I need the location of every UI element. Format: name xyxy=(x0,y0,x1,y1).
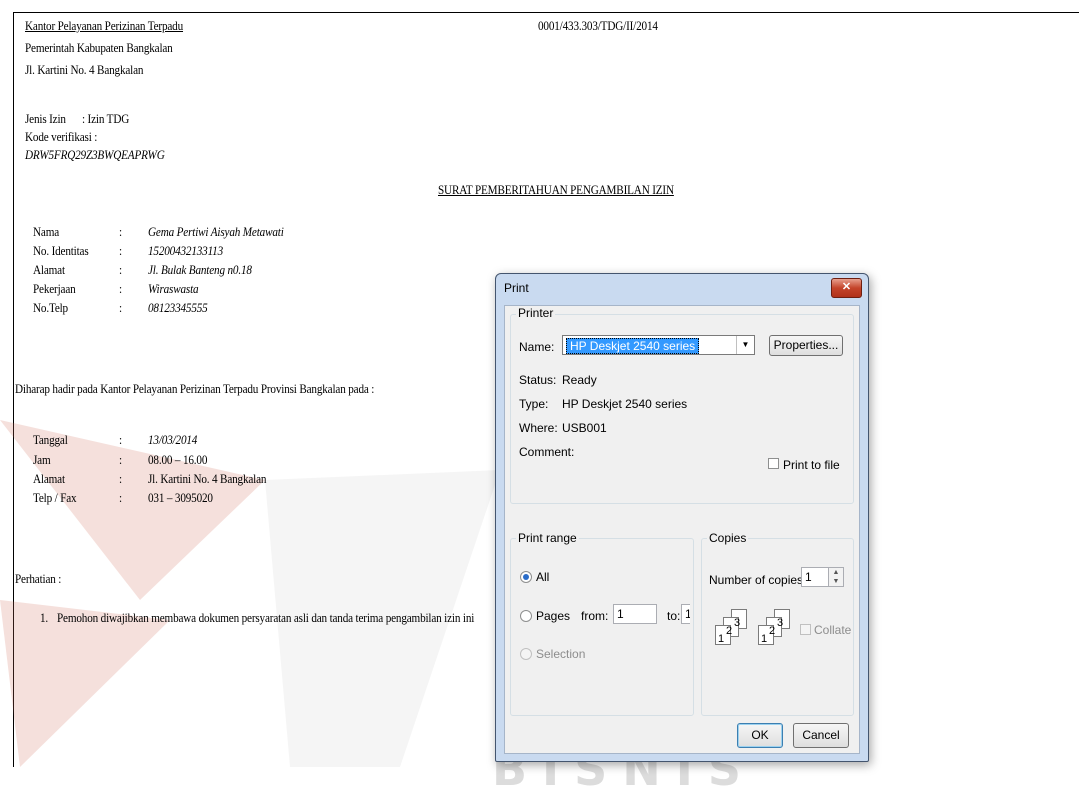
applicant-name-value: Gema Pertiwi Aisyah Metawati xyxy=(148,224,284,239)
office-address: Jl. Kartini No. 4 Bangkalan xyxy=(25,62,144,77)
collate-label[interactable]: Collate xyxy=(814,623,851,637)
where-label: Where: xyxy=(519,421,558,435)
colon: : xyxy=(119,224,122,239)
range-pages-radio[interactable] xyxy=(520,610,532,622)
permit-type-label: Jenis Izin xyxy=(25,111,66,126)
schedule-time-value: 08.00 – 16.00 xyxy=(148,452,208,467)
colon: : xyxy=(119,432,122,447)
applicant-job-label: Pekerjaan xyxy=(33,281,76,296)
printer-group-label: Printer xyxy=(516,306,556,320)
from-page-input[interactable]: 1 xyxy=(613,604,657,624)
applicant-phone-label: No.Telp xyxy=(33,300,68,315)
notice-label: Perhatian : xyxy=(15,571,62,586)
schedule-phone-value: 031 – 3095020 xyxy=(148,490,213,505)
verification-label: Kode verifikasi : xyxy=(25,129,98,144)
colon: : xyxy=(119,243,122,258)
verification-code: DRW5FRQ29Z3BWQEAPRWG xyxy=(25,147,165,162)
applicant-name-label: Nama xyxy=(33,224,60,239)
applicant-address-label: Alamat xyxy=(33,262,65,277)
notice-item-number: 1. xyxy=(40,610,49,625)
number-of-copies-label: Number of copies: xyxy=(709,573,807,587)
permit-type-value: : Izin TDG xyxy=(82,111,130,126)
colon: : xyxy=(119,490,122,505)
printer-name-value: HP Deskjet 2540 series xyxy=(566,338,700,354)
to-page-input[interactable]: 1 xyxy=(681,604,690,624)
schedule-time-label: Jam xyxy=(33,452,51,467)
applicant-id-label: No. Identitas xyxy=(33,243,89,258)
print-to-file-label[interactable]: Print to file xyxy=(783,458,840,472)
type-label: Type: xyxy=(519,397,549,411)
schedule-date-label: Tanggal xyxy=(33,432,68,447)
range-all-radio[interactable] xyxy=(520,571,532,583)
schedule-phone-label: Telp / Fax xyxy=(33,490,77,505)
colon: : xyxy=(119,300,122,315)
applicant-address-value: Jl. Bulak Banteng n0.18 xyxy=(148,262,252,277)
chevron-down-icon[interactable]: ▼ xyxy=(736,336,754,354)
from-label: from: xyxy=(581,609,609,623)
applicant-job-value: Wiraswasta xyxy=(148,281,199,296)
copies-spinner[interactable]: ▲ ▼ xyxy=(829,567,844,587)
ok-button[interactable]: OK xyxy=(737,723,783,748)
invitation-text: Diharap hadir pada Kantor Pelayanan Peri… xyxy=(15,381,375,396)
colon: : xyxy=(119,471,122,486)
colon: : xyxy=(119,262,122,277)
where-value: USB001 xyxy=(562,421,607,435)
copies-input[interactable]: 1 xyxy=(801,567,829,587)
properties-button[interactable]: Properties... xyxy=(769,335,843,356)
colon: : xyxy=(119,452,122,467)
dialog-content: Printer Name: HP Deskjet 2540 series ▼ P… xyxy=(504,305,860,754)
print-to-file-checkbox[interactable] xyxy=(768,458,779,469)
document-number: 0001/433.303/TDG/II/2014 xyxy=(538,18,658,33)
applicant-phone-value: 08123345555 xyxy=(148,300,208,315)
comment-label: Comment: xyxy=(519,445,575,459)
copies-label: Copies xyxy=(707,531,749,545)
range-all-label[interactable]: All xyxy=(536,570,549,584)
letter-title: SURAT PEMBERITAHUAN PENGAMBILAN IZIN xyxy=(438,182,674,197)
print-dialog[interactable]: Print ✕ Printer Name: HP Deskjet 2540 se… xyxy=(495,273,869,762)
status-value: Ready xyxy=(562,373,597,387)
printer-name-select[interactable]: HP Deskjet 2540 series ▼ xyxy=(562,335,755,355)
collate-checkbox[interactable] xyxy=(800,624,811,635)
government-name: Pemerintah Kabupaten Bangkalan xyxy=(25,40,173,55)
notice-item-text: Pemohon diwajibkan membawa dokumen persy… xyxy=(57,610,475,625)
range-selection-label[interactable]: Selection xyxy=(536,647,585,661)
schedule-address-label: Alamat xyxy=(33,471,65,486)
type-value: HP Deskjet 2540 series xyxy=(562,397,688,411)
status-label: Status: xyxy=(519,373,557,387)
office-name: Kantor Pelayanan Perizinan Terpadu xyxy=(25,18,184,33)
range-pages-label[interactable]: Pages xyxy=(536,609,570,623)
cancel-button[interactable]: Cancel xyxy=(793,723,849,748)
schedule-date-value: 13/03/2014 xyxy=(148,432,198,447)
dialog-titlebar[interactable]: Print ✕ xyxy=(496,274,868,302)
print-range-label: Print range xyxy=(516,531,579,545)
to-label: to: xyxy=(667,609,681,623)
print-range-group xyxy=(510,538,694,716)
name-label: Name: xyxy=(519,340,555,354)
schedule-address-value: Jl. Kartini No. 4 Bangkalan xyxy=(148,471,267,486)
dialog-title: Print xyxy=(504,281,529,295)
colon: : xyxy=(119,281,122,296)
applicant-id-value: 15200432133113 xyxy=(148,243,224,258)
close-icon[interactable]: ✕ xyxy=(831,278,862,298)
range-selection-radio[interactable] xyxy=(520,648,532,660)
